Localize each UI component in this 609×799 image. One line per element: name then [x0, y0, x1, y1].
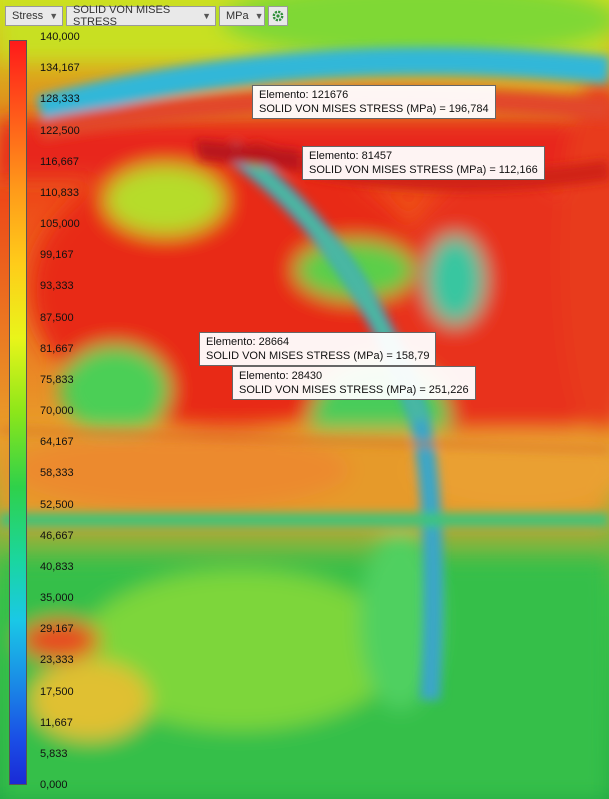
legend-tick-label: 81,667 [40, 342, 74, 355]
legend-tick-label: 75,833 [40, 373, 74, 386]
probe-value: SOLID VON MISES STRESS (MPa) = 251,226 [239, 384, 469, 396]
result-component-dropdown[interactable]: SOLID VON MISES STRESS ▼ [66, 4, 216, 28]
legend-tick-label: 87,500 [40, 311, 74, 324]
legend-tick-label: 58,333 [40, 467, 74, 480]
probe-label[interactable]: Elemento: 121676 SOLID VON MISES STRESS … [252, 85, 496, 119]
legend-tick-label: 52,500 [40, 498, 74, 511]
legend-tick-label: 116,667 [40, 155, 79, 168]
legend-tick-label: 0,000 [40, 779, 68, 791]
probe-label[interactable]: Elemento: 28664 SOLID VON MISES STRESS (… [199, 332, 437, 366]
legend-tick-label: 105,000 [40, 218, 80, 230]
unit-dropdown[interactable]: MPa ▼ [219, 6, 265, 26]
legend-tick-label: 122,500 [40, 124, 80, 137]
legend-tick-label: 11,667 [40, 716, 73, 729]
result-component-value: SOLID VON MISES STRESS [73, 4, 171, 28]
legend-tick-label: 64,167 [40, 436, 74, 449]
probe-element: Elemento: 28430 [239, 370, 323, 382]
legend-tick-label: 23,333 [40, 654, 74, 667]
result-type-value: Stress [12, 10, 44, 22]
chevron-down-icon: ▼ [202, 11, 211, 21]
legend-tick-label: 134,167 [40, 62, 80, 75]
probe-value: SOLID VON MISES STRESS (MPa) = 196,784 [259, 103, 489, 115]
legend-tick-label: 140,000 [40, 31, 80, 43]
probe-value: SOLID VON MISES STRESS (MPa) = 158,79 [206, 350, 430, 362]
probe-label[interactable]: Elemento: 28430 SOLID VON MISES STRESS (… [232, 366, 476, 400]
unit-value: MPa [226, 10, 249, 22]
result-type-dropdown[interactable]: Stress ▼ [5, 6, 63, 26]
legend-tick-label: 128,333 [40, 93, 80, 106]
legend-tick-label: 110,833 [40, 186, 79, 199]
legend-tick-label: 5,833 [40, 747, 68, 760]
legend-tick-label: 93,333 [40, 280, 74, 293]
chevron-down-icon: ▼ [49, 11, 59, 21]
probe-element: Elemento: 28664 [206, 336, 290, 348]
probe-label[interactable]: Elemento: 81457 SOLID VON MISES STRESS (… [302, 146, 545, 180]
legend-tick-label: 17,500 [40, 685, 74, 698]
legend-tick-label: 35,000 [40, 592, 74, 604]
legend-settings-button[interactable] [268, 6, 288, 26]
chevron-down-icon: ▼ [254, 11, 264, 21]
legend-tick-label: 40,833 [40, 560, 74, 573]
legend-color-bar [9, 40, 27, 785]
probe-value: SOLID VON MISES STRESS (MPa) = 112,166 [309, 164, 538, 176]
probe-element: Elemento: 121676 [259, 89, 349, 101]
legend-tick-label: 29,167 [40, 623, 74, 636]
legend-tick-label: 99,167 [40, 249, 74, 262]
probe-element: Elemento: 81457 [309, 150, 393, 162]
results-toolbar: Stress ▼ SOLID VON MISES STRESS ▼ MPa ▼ [5, 4, 288, 28]
legend-tick-label: 70,000 [40, 405, 74, 417]
legend-tick-label: 46,667 [40, 529, 74, 542]
gear-icon [272, 10, 284, 22]
